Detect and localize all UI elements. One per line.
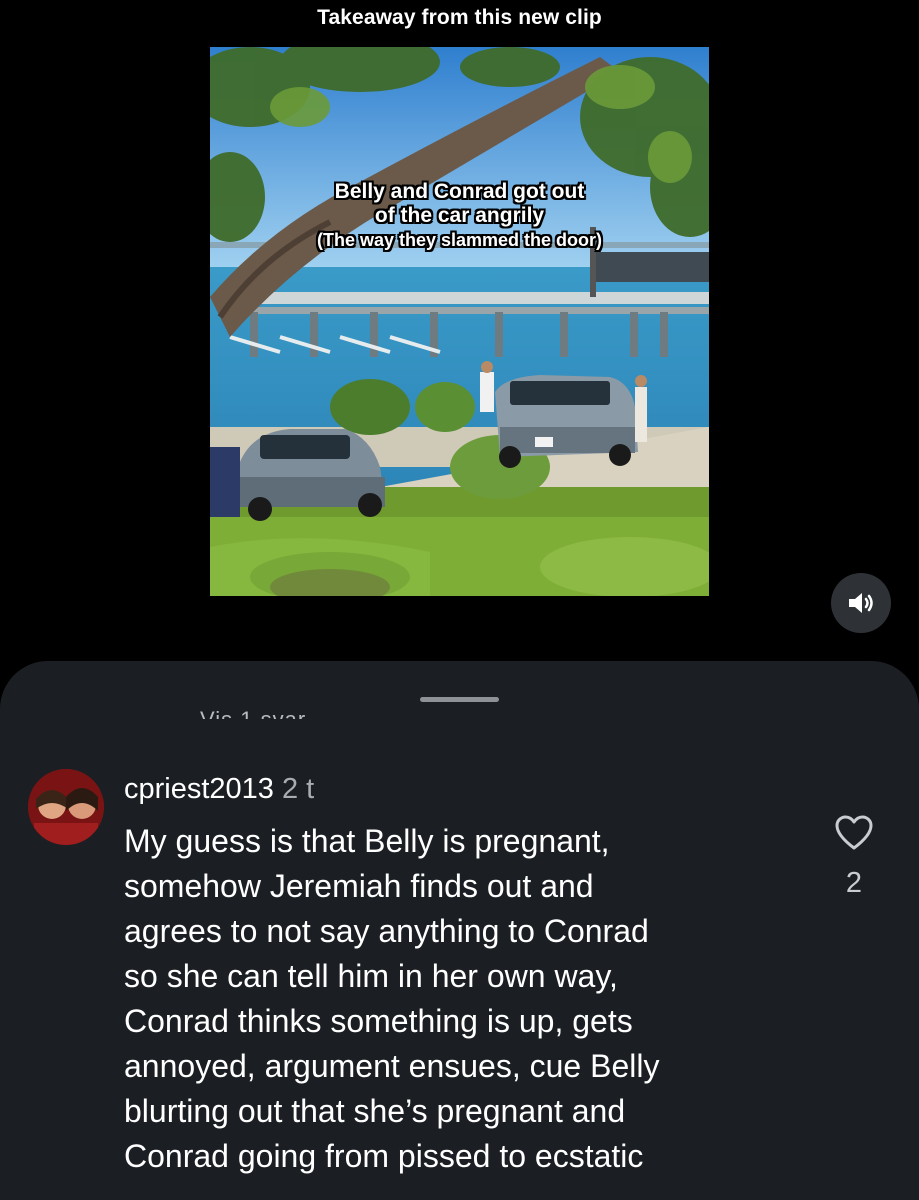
- truncated-text-glyph: [124, 1196, 154, 1200]
- comment-line: Conrad thinks something is up, gets: [124, 1003, 633, 1039]
- video-caption-line-2: of the car angrily: [374, 204, 545, 227]
- comment-line: so she can tell him in her own way,: [124, 958, 618, 994]
- comment-line: somehow Jeremiah finds out and: [124, 868, 594, 904]
- comment-username[interactable]: cpriest2013: [124, 773, 274, 805]
- reel-screen: Takeaway from this new clip Belly and Co…: [0, 0, 919, 1200]
- volume-button[interactable]: [831, 573, 891, 633]
- sheet-grabber[interactable]: [420, 697, 499, 702]
- video-caption-line-3: (The way they slammed the door): [316, 230, 603, 250]
- view-replies-link[interactable]: Vis 1 svar ...: [200, 699, 335, 720]
- comment-line: My guess is that Belly is pregnant,: [124, 823, 610, 859]
- speaker-icon: [849, 593, 873, 613]
- video-frame-image: [210, 47, 709, 596]
- comment-line: blurting out that she’s pregnant and: [124, 1093, 626, 1129]
- view-replies-label: Vis 1 svar ...: [200, 709, 335, 720]
- comment-time: 2 t: [281, 773, 315, 805]
- video-caption: Belly and Conrad got out of the car angr…: [210, 180, 709, 252]
- avatar-image: [28, 769, 104, 845]
- comment-text: My guess is that Belly is pregnant, some…: [124, 819, 784, 1179]
- clip-title: Takeaway from this new clip: [317, 6, 602, 29]
- comment-line: annoyed, argument ensues, cue Belly: [124, 1048, 660, 1084]
- comment-line: Conrad going from pissed to ecstatic: [124, 1138, 644, 1174]
- comment-header: cpriest2013 2 t: [124, 773, 314, 806]
- video-caption-line-1: Belly and Conrad got out: [334, 180, 585, 203]
- comments-sheet: Vis 1 svar ... cpriest20132 t My guess i…: [0, 661, 919, 1200]
- like-button[interactable]: [834, 813, 874, 853]
- like-count: 2: [845, 867, 863, 899]
- next-comment-peek: [124, 1187, 154, 1200]
- avatar[interactable]: [28, 769, 104, 845]
- heart-icon: [835, 815, 873, 850]
- video-player[interactable]: Belly and Conrad got out of the car angr…: [210, 47, 709, 596]
- comment-line: agrees to not say anything to Conrad: [124, 913, 649, 949]
